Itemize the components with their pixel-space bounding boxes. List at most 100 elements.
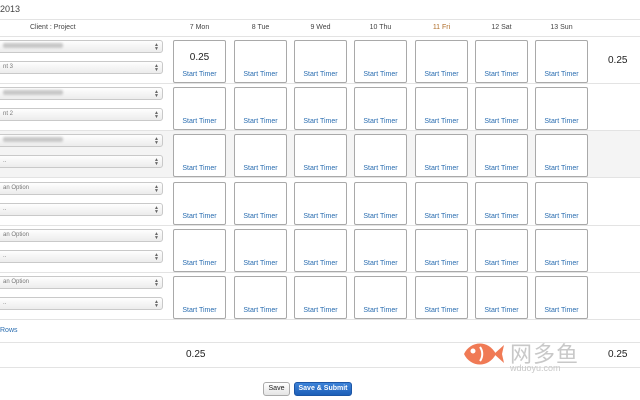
hours-cell[interactable]: Start Timer: [535, 134, 588, 177]
task-select[interactable]: .. ▲ ▼: [0, 155, 163, 168]
start-timer-link[interactable]: Start Timer: [235, 71, 286, 78]
start-timer-link[interactable]: Start Timer: [476, 307, 527, 314]
hours-cell[interactable]: Start Timer: [354, 87, 407, 130]
project-select[interactable]: an Option ▲ ▼: [0, 229, 163, 242]
hours-cell[interactable]: Start Timer: [475, 229, 528, 272]
start-timer-link[interactable]: Start Timer: [295, 260, 346, 267]
hours-cell[interactable]: Start Timer: [415, 87, 468, 130]
start-timer-link[interactable]: Start Timer: [295, 118, 346, 125]
hours-cell[interactable]: Start Timer: [234, 276, 287, 319]
start-timer-link[interactable]: Start Timer: [476, 118, 527, 125]
hours-cell[interactable]: Start Timer: [173, 87, 226, 130]
hours-cell[interactable]: Start Timer: [415, 134, 468, 177]
hours-cell[interactable]: Start Timer: [475, 276, 528, 319]
hours-cell[interactable]: Start Timer: [294, 229, 347, 272]
hours-cell[interactable]: Start Timer: [475, 182, 528, 225]
start-timer-link[interactable]: Start Timer: [416, 213, 467, 220]
hours-cell[interactable]: Start Timer: [294, 87, 347, 130]
hours-cell[interactable]: Start Timer: [354, 229, 407, 272]
task-select[interactable]: .. ▲ ▼: [0, 297, 163, 310]
hours-cell[interactable]: Start Timer: [415, 182, 468, 225]
start-timer-link[interactable]: Start Timer: [174, 213, 225, 220]
hours-cell[interactable]: Start Timer: [234, 134, 287, 177]
hours-cell[interactable]: Start Timer: [234, 229, 287, 272]
project-select[interactable]: ▲ ▼: [0, 134, 163, 147]
save-button[interactable]: Save: [263, 382, 290, 396]
start-timer-link[interactable]: Start Timer: [295, 165, 346, 172]
hours-cell[interactable]: 0.25 Start Timer: [173, 40, 226, 83]
start-timer-link[interactable]: Start Timer: [235, 165, 286, 172]
start-timer-link[interactable]: Start Timer: [416, 165, 467, 172]
start-timer-link[interactable]: Start Timer: [476, 71, 527, 78]
hours-cell[interactable]: Start Timer: [173, 229, 226, 272]
start-timer-link[interactable]: Start Timer: [235, 213, 286, 220]
hours-cell[interactable]: Start Timer: [294, 182, 347, 225]
hours-cell[interactable]: Start Timer: [475, 134, 528, 177]
start-timer-link[interactable]: Start Timer: [174, 118, 225, 125]
project-select[interactable]: an Option ▲ ▼: [0, 182, 163, 195]
hours-cell[interactable]: Start Timer: [535, 276, 588, 319]
hours-cell[interactable]: Start Timer: [294, 276, 347, 319]
hours-cell[interactable]: Start Timer: [475, 40, 528, 83]
hours-cell[interactable]: Start Timer: [294, 40, 347, 83]
project-select[interactable]: ▲ ▼: [0, 40, 163, 53]
timesheet-row: an Option ▲ ▼ .. ▲ ▼ Start Timer Start Timer Sta…: [0, 226, 640, 273]
start-timer-link[interactable]: Start Timer: [476, 165, 527, 172]
start-timer-link[interactable]: Start Timer: [295, 307, 346, 314]
start-timer-link[interactable]: Start Timer: [355, 71, 406, 78]
start-timer-link[interactable]: Start Timer: [536, 165, 587, 172]
start-timer-link[interactable]: Start Timer: [235, 260, 286, 267]
task-select[interactable]: .. ▲ ▼: [0, 203, 163, 216]
start-timer-link[interactable]: Start Timer: [476, 213, 527, 220]
hours-cell[interactable]: Start Timer: [354, 182, 407, 225]
hours-cell[interactable]: Start Timer: [535, 182, 588, 225]
hours-cell[interactable]: Start Timer: [294, 134, 347, 177]
start-timer-link[interactable]: Start Timer: [174, 71, 225, 78]
task-select[interactable]: .. ▲ ▼: [0, 250, 163, 263]
start-timer-link[interactable]: Start Timer: [536, 118, 587, 125]
hours-cell[interactable]: Start Timer: [415, 276, 468, 319]
task-select[interactable]: nt 2 ▲ ▼: [0, 108, 163, 121]
start-timer-link[interactable]: Start Timer: [355, 118, 406, 125]
start-timer-link[interactable]: Start Timer: [416, 260, 467, 267]
hours-cell[interactable]: Start Timer: [234, 87, 287, 130]
hours-cell[interactable]: Start Timer: [234, 40, 287, 83]
add-rows-link[interactable]: Rows: [0, 327, 18, 334]
start-timer-link[interactable]: Start Timer: [536, 307, 587, 314]
start-timer-link[interactable]: Start Timer: [295, 213, 346, 220]
project-select[interactable]: an Option ▲ ▼: [0, 276, 163, 289]
hours-cell[interactable]: Start Timer: [354, 40, 407, 83]
save-submit-button[interactable]: Save & Submit: [294, 382, 352, 396]
hours-cell[interactable]: Start Timer: [535, 229, 588, 272]
start-timer-link[interactable]: Start Timer: [355, 213, 406, 220]
hours-cell[interactable]: Start Timer: [475, 87, 528, 130]
start-timer-link[interactable]: Start Timer: [416, 118, 467, 125]
start-timer-link[interactable]: Start Timer: [235, 307, 286, 314]
start-timer-link[interactable]: Start Timer: [355, 165, 406, 172]
hours-cell[interactable]: Start Timer: [354, 276, 407, 319]
start-timer-link[interactable]: Start Timer: [295, 71, 346, 78]
start-timer-link[interactable]: Start Timer: [174, 165, 225, 172]
start-timer-link[interactable]: Start Timer: [174, 260, 225, 267]
start-timer-link[interactable]: Start Timer: [416, 307, 467, 314]
hours-cell[interactable]: Start Timer: [415, 40, 468, 83]
project-select[interactable]: ▲ ▼: [0, 87, 163, 100]
hours-cell[interactable]: Start Timer: [173, 134, 226, 177]
start-timer-link[interactable]: Start Timer: [536, 71, 587, 78]
hours-cell[interactable]: Start Timer: [234, 182, 287, 225]
start-timer-link[interactable]: Start Timer: [416, 71, 467, 78]
hours-cell[interactable]: Start Timer: [415, 229, 468, 272]
start-timer-link[interactable]: Start Timer: [536, 260, 587, 267]
start-timer-link[interactable]: Start Timer: [476, 260, 527, 267]
hours-cell[interactable]: Start Timer: [535, 87, 588, 130]
start-timer-link[interactable]: Start Timer: [174, 307, 225, 314]
start-timer-link[interactable]: Start Timer: [355, 260, 406, 267]
start-timer-link[interactable]: Start Timer: [355, 307, 406, 314]
hours-cell[interactable]: Start Timer: [173, 276, 226, 319]
task-select[interactable]: nt 3 ▲ ▼: [0, 61, 163, 74]
start-timer-link[interactable]: Start Timer: [235, 118, 286, 125]
hours-cell[interactable]: Start Timer: [535, 40, 588, 83]
hours-cell[interactable]: Start Timer: [354, 134, 407, 177]
hours-cell[interactable]: Start Timer: [173, 182, 226, 225]
start-timer-link[interactable]: Start Timer: [536, 213, 587, 220]
